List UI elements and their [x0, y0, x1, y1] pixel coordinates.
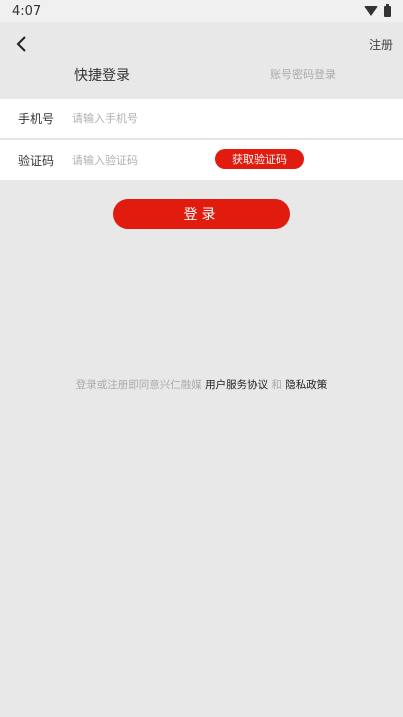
privacy-policy-link[interactable]: 隐私政策: [285, 379, 327, 391]
code-label: 验证码: [18, 153, 55, 168]
code-input[interactable]: [72, 153, 212, 167]
tab-password-login[interactable]: 账号密码登录: [270, 66, 336, 82]
battery-icon: [384, 3, 391, 17]
back-button[interactable]: [10, 32, 34, 56]
code-row: 验证码 获取验证码: [0, 140, 403, 180]
agreement-text: 登录或注册即同意兴仁融媒 用户服务协议 和 隐私政策: [0, 377, 403, 392]
tab-quick-login[interactable]: 快捷登录: [74, 65, 130, 85]
phone-row: 手机号: [0, 99, 403, 139]
phone-input[interactable]: [72, 112, 212, 125]
chevron-left-icon: [16, 36, 26, 52]
agreement-and: 和: [271, 379, 282, 391]
wifi-icon: [364, 6, 378, 16]
status-time: 4:07: [12, 3, 42, 19]
get-code-button[interactable]: 获取验证码: [215, 149, 304, 169]
status-icons: [364, 3, 391, 17]
phone-label: 手机号: [18, 112, 55, 126]
status-bar: 4:07: [0, 0, 403, 22]
nav-bar: 注册 快捷登录 账号密码登录: [0, 22, 403, 98]
agreement-prefix: 登录或注册即同意兴仁融媒: [75, 379, 202, 391]
login-button[interactable]: 登录: [113, 199, 290, 229]
register-link[interactable]: 注册: [369, 36, 393, 53]
service-agreement-link[interactable]: 用户服务协议: [205, 379, 268, 391]
